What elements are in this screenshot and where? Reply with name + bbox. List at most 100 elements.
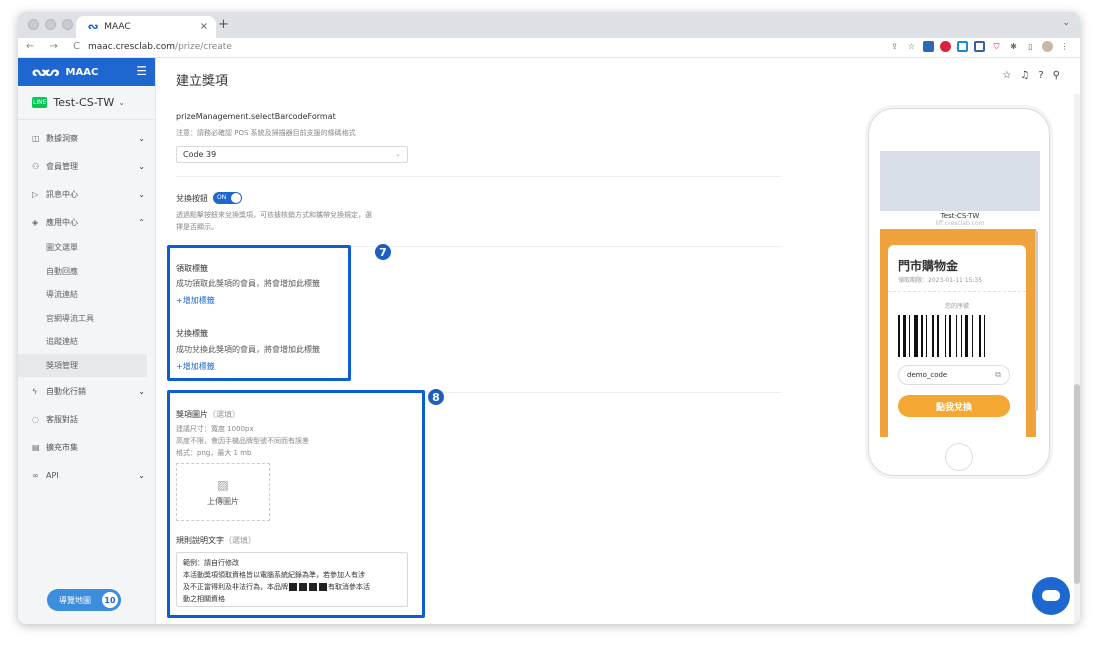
user-icon: ⚇ xyxy=(32,161,40,171)
profile-icon[interactable]: ⚲ xyxy=(1053,70,1060,81)
copy-icon[interactable]: ⧉ xyxy=(995,370,1001,380)
sidebar-item-api[interactable]: ∞ API ⌄ xyxy=(18,461,155,489)
chat-support-button[interactable] xyxy=(1032,577,1070,615)
sidebar-item-insights[interactable]: ◫ 數據洞察 ⌄ xyxy=(18,124,155,152)
puzzle-icon[interactable]: ✱ xyxy=(1008,41,1019,52)
phone-screen: Test-CS-TW liff.cresclab.com 門市購物金 領取期限：… xyxy=(880,151,1040,437)
barcode-format-value: Code 39 xyxy=(183,150,217,159)
sidebar-item-apps[interactable]: ◈ 應用中心 ⌃ xyxy=(18,208,155,236)
barcode-bar xyxy=(958,315,960,357)
hamburger-icon[interactable]: ☰ xyxy=(136,64,147,78)
url-path: /prize/create xyxy=(175,42,232,52)
page-scrollbar[interactable] xyxy=(1074,94,1080,624)
barcode-bar xyxy=(972,315,973,357)
avatar[interactable] xyxy=(1042,41,1053,52)
code-field: demo_code ⧉ xyxy=(898,365,1010,385)
extension-icon[interactable] xyxy=(974,41,985,52)
barcode-bar xyxy=(911,315,913,357)
sidebar-item-label: API xyxy=(46,470,59,480)
star-icon[interactable]: ☆ xyxy=(1002,70,1011,81)
highlight-box-7 xyxy=(167,245,351,381)
preview-banner xyxy=(880,151,1040,211)
minimize-dot[interactable] xyxy=(45,19,56,30)
barcode-bar xyxy=(932,315,934,357)
lightning-icon: ϟ xyxy=(32,386,38,396)
extension-icon[interactable] xyxy=(923,41,934,52)
sidebar-item-chat[interactable]: ◌ 客服對話 xyxy=(18,405,155,433)
help-icon[interactable]: ? xyxy=(1038,70,1043,81)
maximize-dot[interactable] xyxy=(62,19,73,30)
scrollbar-thumb[interactable] xyxy=(1074,384,1080,584)
sidebar-subitem-prize[interactable]: 獎項管理 xyxy=(18,353,147,377)
sidebar-subitem-autoreply[interactable]: 自動回應 xyxy=(18,260,155,284)
sidebar-icon[interactable]: ▯ xyxy=(1025,41,1036,52)
guide-map-label: 導覽地圖 xyxy=(59,595,91,605)
chevron-down-icon: ⌄ xyxy=(138,133,145,143)
coupon-title: 門市購物金 xyxy=(898,259,959,273)
brand-name: MAAC xyxy=(65,66,99,78)
sidebar-item-label: 擴充市集 xyxy=(46,442,78,452)
barcode-bar xyxy=(926,315,927,357)
barcode-bar xyxy=(969,315,971,357)
sidebar-item-label: 會員管理 xyxy=(46,161,78,171)
barcode-bar xyxy=(901,315,902,357)
barcode-bar xyxy=(914,315,918,357)
menu-dots-icon[interactable]: ⋮ xyxy=(1059,41,1070,52)
bookmark-star-icon[interactable]: ☆ xyxy=(906,41,917,52)
browser-tab[interactable]: ᔓ MAAC × xyxy=(76,16,216,38)
barcode-bar xyxy=(949,315,951,357)
barcode-bar xyxy=(947,315,948,357)
sidebar-menu: ◫ 數據洞察 ⌄ ⚇ 會員管理 ⌄ ▷ 訊息中心 ⌄ ◈ 應用中心 ⌃ 圖文選單 自動回應 導流… xyxy=(18,120,155,489)
tab-bar: ᔓ MAAC × + ⌄ xyxy=(18,12,1080,38)
sidebar-subitem-web-tool[interactable]: 官網導流工具 xyxy=(18,307,155,331)
chevron-down-icon: ⌄ xyxy=(395,150,401,158)
extension-icon[interactable] xyxy=(957,41,968,52)
line-badge: LINE xyxy=(32,97,48,108)
barcode-bar xyxy=(965,315,968,357)
nav-buttons[interactable]: ← → C xyxy=(26,41,86,52)
account-switcher[interactable]: LINE Test-CS-TW ⌄ xyxy=(18,86,155,120)
page-title: 建立獎項 xyxy=(176,74,229,89)
chart-icon: ◫ xyxy=(32,133,40,143)
barcode-bar xyxy=(984,315,985,357)
step-badge-8: 8 xyxy=(427,388,445,406)
close-dot[interactable] xyxy=(28,19,39,30)
barcode-bar xyxy=(898,315,900,357)
tab-close-icon[interactable]: × xyxy=(200,21,208,32)
chevron-down-icon: ⌄ xyxy=(138,470,145,480)
sidebar-item-members[interactable]: ⚇ 會員管理 ⌄ xyxy=(18,152,155,180)
sidebar-item-messages[interactable]: ▷ 訊息中心 ⌄ xyxy=(18,180,155,208)
share-icon[interactable]: ⇪ xyxy=(889,41,900,52)
barcode-bar xyxy=(924,315,925,357)
guide-map-button[interactable]: 導覽地圖 10 xyxy=(47,589,121,611)
shield-icon[interactable]: ⛉ xyxy=(991,41,1002,52)
header-tools: ☆ ♫ ? ⚲ xyxy=(1002,70,1060,81)
tab-list-chevron-icon[interactable]: ⌄ xyxy=(1062,18,1070,28)
bell-icon[interactable]: ♫ xyxy=(1020,70,1029,81)
redeem-toggle[interactable]: ON xyxy=(213,192,242,204)
sidebar-item-label: 訊息中心 xyxy=(46,189,78,199)
barcode-bar xyxy=(903,315,906,357)
divider xyxy=(176,176,781,177)
redeem-preview-button[interactable]: 點我兌換 xyxy=(898,395,1010,417)
barcode-bar xyxy=(956,315,957,357)
sidebar: ᔓᔕ MAAC ☰ LINE Test-CS-TW ⌄ ◫ 數據洞察 ⌄ ⚇ 會員管理… xyxy=(18,58,156,624)
url-field[interactable]: maac.cresclab.com/prize/create xyxy=(88,42,232,52)
sidebar-item-marketplace[interactable]: ▤ 擴充市集 xyxy=(18,433,155,461)
extension-icon[interactable] xyxy=(940,41,951,52)
chevron-down-icon: ⌄ xyxy=(138,161,145,171)
maac-favicon-icon: ᔓ xyxy=(88,22,99,32)
new-tab-button[interactable]: + xyxy=(218,17,229,32)
redeem-hint-1: 透過點擊按鈕來兌換獎項，可依據核銷方式和攜帶兌換規定，選 xyxy=(176,211,372,219)
sidebar-subitem-tracking-link[interactable]: 追蹤連結 xyxy=(18,330,155,354)
step-badge-7: 7 xyxy=(374,243,392,261)
phone-preview: Test-CS-TW liff.cresclab.com 門市購物金 領取期限：… xyxy=(868,108,1050,476)
sidebar-subitem-traffic-link[interactable]: 導流連結 xyxy=(18,283,155,307)
sidebar-subitem-richmenu[interactable]: 圖文選單 xyxy=(18,236,155,260)
barcode-format-select[interactable]: Code 39 ⌄ xyxy=(176,146,408,163)
sidebar-item-automation[interactable]: ϟ 自動化行銷 ⌄ xyxy=(18,377,155,405)
barcode-bar xyxy=(974,315,978,357)
send-icon: ▷ xyxy=(32,189,39,199)
redeem-hint-2: 擇是否顯示。 xyxy=(176,223,218,231)
toggle-text: ON xyxy=(217,194,227,201)
